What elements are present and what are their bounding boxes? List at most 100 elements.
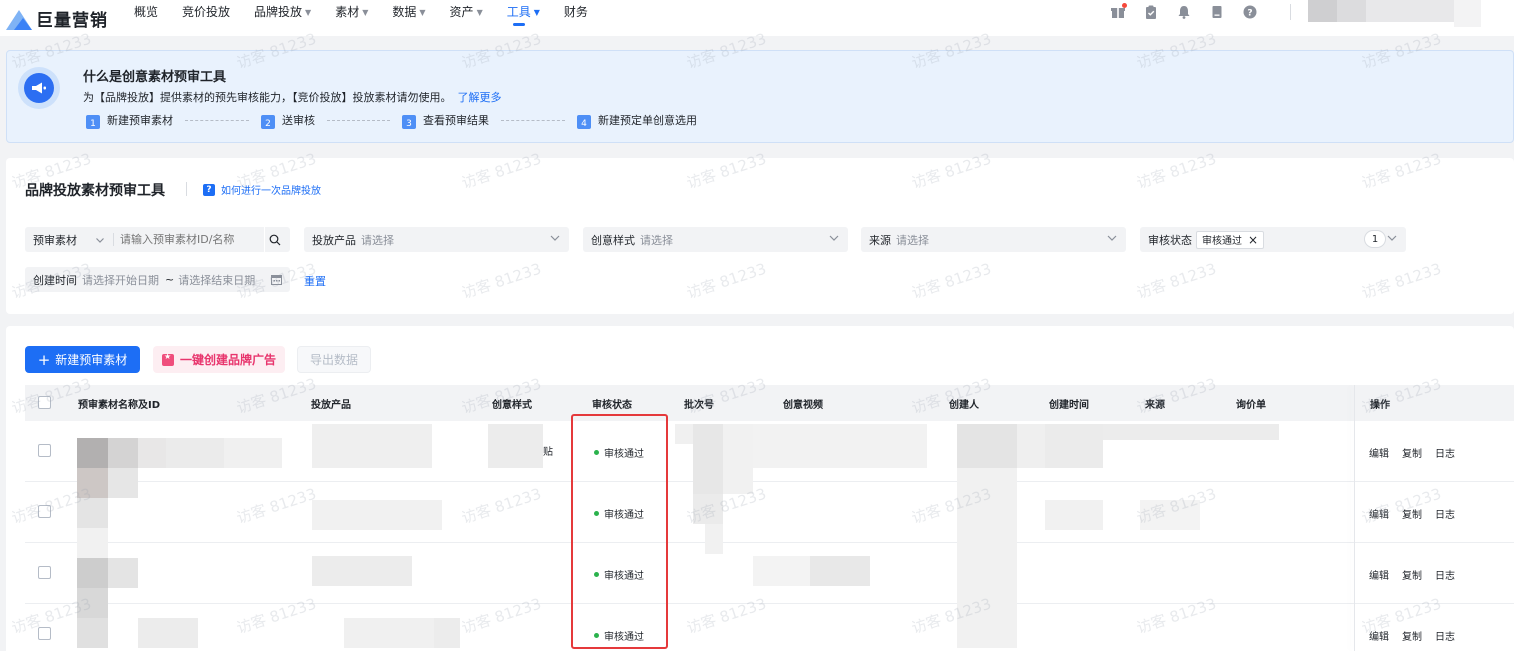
close-icon[interactable]: × [1248, 233, 1258, 247]
row-actions: 编辑 复制 日志 [1369, 567, 1468, 582]
export-data-button[interactable]: 导出数据 [297, 346, 371, 373]
help-icon[interactable]: ? [1242, 4, 1258, 20]
column-header: 操作 [1370, 400, 1390, 411]
howto-link[interactable]: ? 如何进行一次品牌投放 [203, 182, 321, 197]
redacted-block [957, 424, 1017, 468]
bell-icon[interactable] [1176, 4, 1192, 20]
row-action-link[interactable]: 日志 [1435, 567, 1455, 582]
row-action-link[interactable]: 编辑 [1369, 506, 1389, 521]
row-checkbox[interactable] [38, 505, 51, 518]
nav-item[interactable]: 数据 ▼ [380, 0, 437, 36]
redacted-block [77, 618, 108, 648]
step-connector [327, 119, 390, 121]
row-checkbox[interactable] [38, 627, 51, 640]
material-search-input[interactable] [120, 233, 260, 246]
redacted-block [108, 438, 138, 468]
user-account[interactable] [1308, 0, 1481, 27]
notification-dot [1122, 3, 1127, 8]
reset-button[interactable]: 重置 [304, 273, 326, 289]
nav-item[interactable]: 概览 [122, 0, 170, 36]
select-all-checkbox[interactable] [38, 396, 51, 409]
redacted-block [312, 424, 432, 468]
status-highlight-box [571, 414, 668, 649]
row-action-link[interactable]: 日志 [1435, 506, 1455, 521]
redacted-block [1140, 500, 1200, 530]
step-number-icon: 4 [577, 115, 591, 129]
material-type-select[interactable]: 预审素材 [33, 232, 77, 248]
redacted-block [77, 528, 108, 558]
product-filter[interactable]: 投放产品 请选择 [304, 227, 569, 252]
row-action-link[interactable]: 编辑 [1369, 628, 1389, 643]
new-material-button[interactable]: + 新建预审素材 [25, 346, 140, 373]
redacted-block [224, 438, 282, 468]
column-header: 来源 [1145, 400, 1165, 411]
banner-title: 什么是创意素材预审工具 [83, 70, 227, 85]
step-number-icon: 2 [261, 115, 275, 129]
search-icon[interactable] [269, 234, 281, 246]
nav-item[interactable]: 财务 [552, 0, 600, 36]
learn-more-link[interactable]: 了解更多 [458, 91, 502, 104]
chevron-down-icon [829, 235, 839, 241]
column-header: 创意视频 [783, 400, 823, 411]
style-filter-label: 创意样式 [591, 233, 635, 247]
nav-item-label: 工具 [506, 5, 531, 19]
redacted-block [312, 500, 442, 530]
logo-mark-icon [4, 6, 34, 30]
nav-item-label: 素材 [335, 5, 360, 19]
row-checkbox[interactable] [38, 566, 51, 579]
redacted-block [312, 556, 412, 586]
row-action-link[interactable]: 编辑 [1369, 567, 1389, 582]
row-action-link[interactable]: 编辑 [1369, 445, 1389, 460]
nav-item[interactable]: 竞价投放 [170, 0, 242, 36]
date-range-filter[interactable]: 创建时间 请选择开始日期 ~ 请选择结束日期 [25, 267, 290, 292]
title-divider [186, 182, 187, 196]
step-connector [185, 119, 249, 121]
style-filter[interactable]: 创意样式 请选择 [583, 227, 848, 252]
source-filter[interactable]: 来源 请选择 [861, 227, 1126, 252]
clipboard-icon[interactable] [1143, 4, 1159, 20]
row-actions: 编辑 复制 日志 [1369, 628, 1468, 643]
column-header: 创建人 [949, 400, 979, 411]
document-icon[interactable] [1209, 4, 1225, 20]
create-brand-ad-button[interactable]: 一键创建品牌广告 [153, 346, 285, 373]
row-action-link[interactable]: 日志 [1435, 445, 1455, 460]
redacted-block [77, 588, 108, 618]
user-name-blur [1337, 0, 1366, 22]
status-tag: 审核通过 × [1196, 230, 1265, 249]
redacted-block [1045, 424, 1103, 468]
step-item: 1 新建预审素材 [86, 112, 173, 129]
redacted-block [753, 424, 927, 468]
column-header: 投放产品 [311, 400, 351, 411]
chevron-down-icon [550, 235, 560, 241]
row-action-link[interactable]: 复制 [1402, 445, 1422, 460]
page-title: 品牌投放素材预审工具 [25, 183, 165, 199]
redacted-block [166, 438, 224, 468]
table-row: 审核通过 编辑 复制 日志 [25, 604, 1514, 651]
start-date-input[interactable]: 请选择开始日期 [82, 272, 159, 288]
row-action-link[interactable]: 复制 [1402, 506, 1422, 521]
step-item: 3 查看预审结果 [402, 112, 489, 129]
end-date-input[interactable]: 请选择结束日期 [178, 272, 255, 288]
selected-count-badge: 1 [1364, 230, 1386, 248]
avatar [1308, 0, 1337, 22]
step-label: 查看预审结果 [423, 114, 489, 127]
table-header: 预审素材名称及ID 投放产品 创意样式 审核状态 批次号 创意视频 创建人 创建… [25, 385, 1514, 421]
step-item: 2 送审核 [261, 112, 315, 129]
column-header: 创建时间 [1049, 400, 1089, 411]
row-checkbox[interactable] [38, 444, 51, 457]
nav-item-label: 概览 [134, 5, 159, 19]
source-filter-placeholder: 请选择 [896, 233, 929, 247]
nav-item[interactable]: 素材 ▼ [323, 0, 380, 36]
nav-item[interactable]: 资产 ▼ [438, 0, 495, 36]
redacted-block [957, 468, 1017, 648]
nav-item[interactable]: 品牌投放 ▼ [242, 0, 323, 36]
row-action-link[interactable]: 日志 [1435, 628, 1455, 643]
brand-logo[interactable]: 巨量营销 [4, 6, 122, 31]
status-filter[interactable]: 审核状态 审核通过 × 1 [1140, 227, 1406, 252]
row-action-link[interactable]: 复制 [1402, 628, 1422, 643]
nav-item-label: 资产 [449, 5, 474, 19]
gift-icon[interactable] [1110, 3, 1127, 20]
nav-item[interactable]: 工具 ▼ [495, 0, 552, 36]
redacted-block [693, 424, 723, 494]
row-action-link[interactable]: 复制 [1402, 567, 1422, 582]
